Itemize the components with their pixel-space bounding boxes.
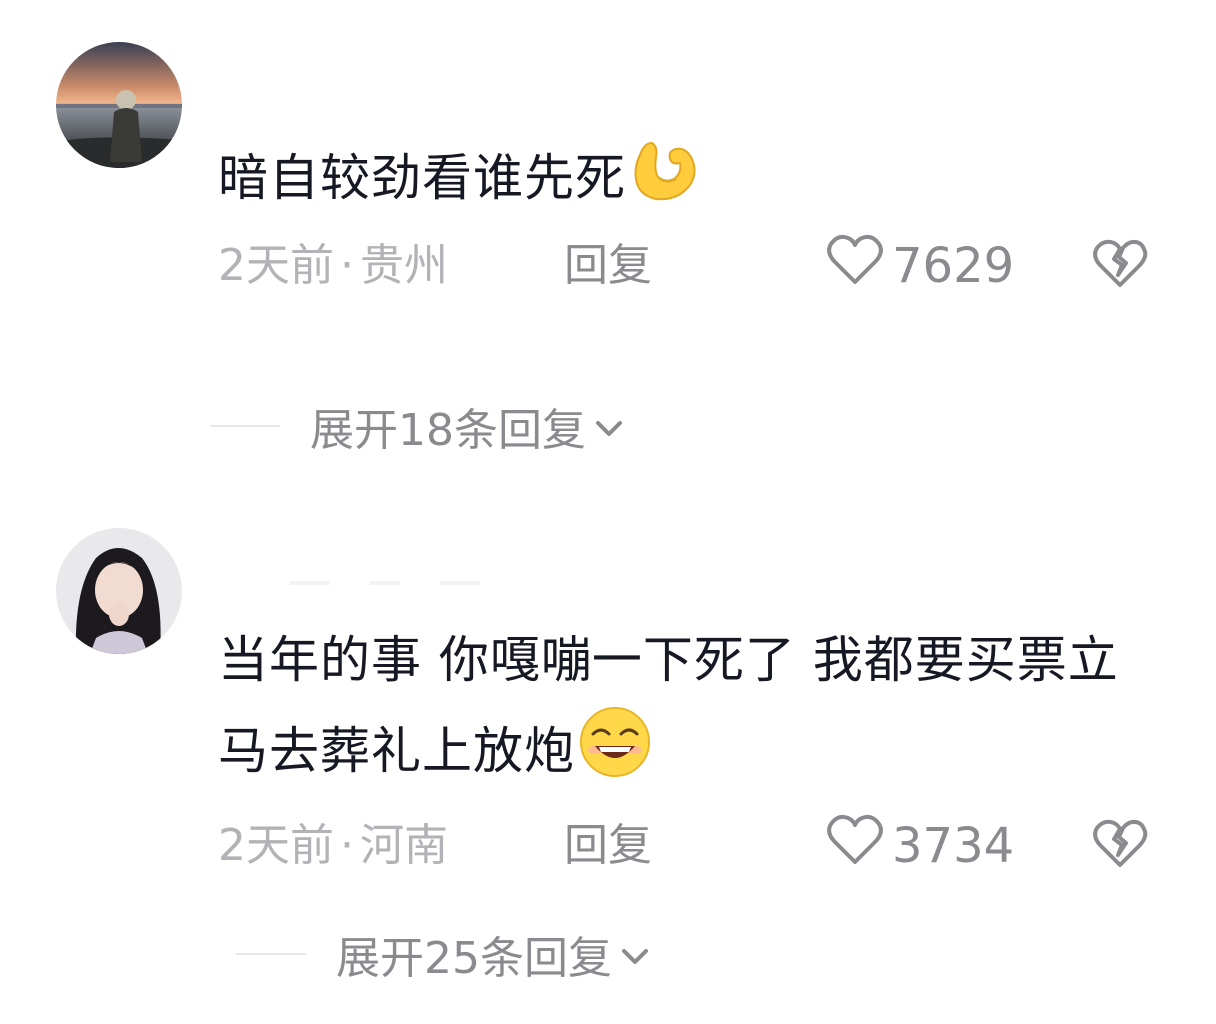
expand-replies-button[interactable]: 展开18条回复: [210, 398, 626, 456]
meta-separator: ·: [340, 240, 354, 291]
comment-body: 当年的事 你嘎嘣一下死了 我都要买票立马去葬礼上放炮: [218, 631, 1119, 780]
comment-meta: 2天前 · 河南: [218, 816, 448, 876]
comment-time: 2天前: [218, 240, 334, 291]
like-button[interactable]: 3734: [826, 814, 1015, 878]
comment-location: 贵州: [360, 240, 448, 291]
comment-text: 当年的事 你嘎嘣一下死了 我都要买票立马去葬礼上放炮: [218, 616, 1168, 807]
like-count: 7629: [892, 238, 1015, 294]
comment-body: 暗自较劲看谁先死: [218, 149, 626, 207]
reply-button[interactable]: 回复: [564, 236, 652, 296]
dislike-button[interactable]: [1092, 816, 1148, 876]
comment-meta: 2天前 · 贵州: [218, 236, 448, 296]
heart-icon: [826, 234, 892, 298]
dislike-button[interactable]: [1092, 236, 1148, 296]
reply-button[interactable]: 回复: [564, 816, 652, 876]
expand-replies-label: 展开25条回复: [336, 933, 612, 984]
comment-location: 河南: [360, 820, 448, 871]
heart-icon: [826, 814, 892, 878]
chevron-down-icon: [612, 929, 652, 980]
broken-heart-icon: [1092, 239, 1148, 293]
divider-line: [210, 425, 280, 427]
avatar[interactable]: [56, 528, 182, 654]
avatar[interactable]: [56, 42, 182, 168]
comment-text: 暗自较劲看谁先死: [218, 134, 1168, 234]
meta-separator: ·: [340, 820, 354, 871]
comment-time: 2天前: [218, 820, 334, 871]
expand-replies-label: 展开18条回复: [310, 405, 586, 456]
divider-line: [236, 953, 306, 955]
broken-heart-icon: [1092, 819, 1148, 873]
chevron-down-icon: [586, 401, 626, 452]
flexed-biceps-icon: [628, 135, 700, 234]
username-placeholder: [290, 581, 480, 585]
like-button[interactable]: 7629: [826, 234, 1015, 298]
grinning-face-icon: [577, 704, 653, 807]
like-count: 3734: [892, 818, 1015, 874]
expand-replies-button[interactable]: 展开25条回复: [236, 926, 652, 984]
